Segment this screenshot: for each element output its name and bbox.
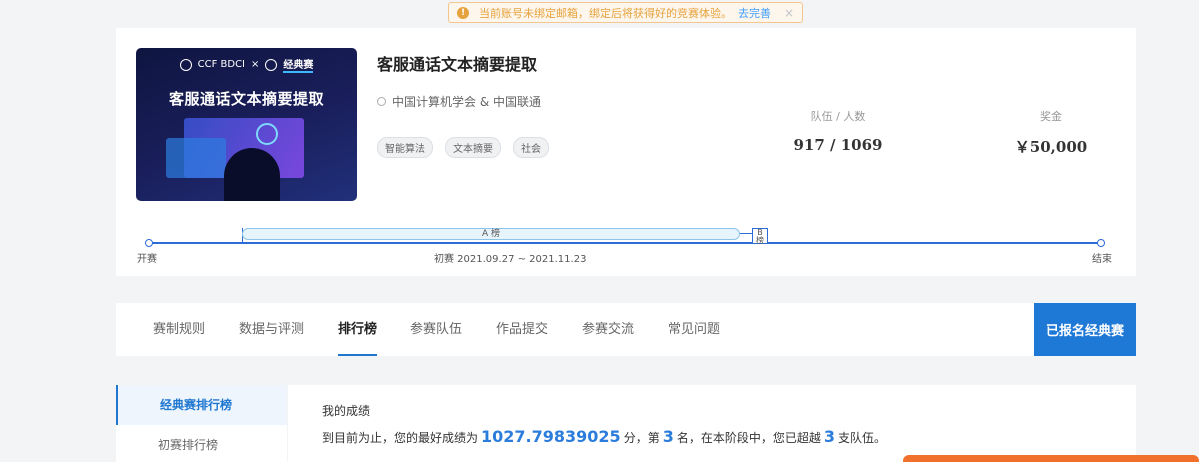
tab-submission[interactable]: 作品提交 — [496, 303, 548, 356]
leaderboard-sidebar: 经典赛排行榜 初赛排行榜 — [116, 385, 287, 462]
timeline-start-label: 开赛 — [137, 254, 157, 265]
banner-logos: CCF BDCI × 经典赛 — [136, 56, 357, 73]
floating-action-edge[interactable] — [903, 455, 1199, 462]
timeline-line — [149, 242, 1102, 244]
registered-button[interactable]: 已报名经典赛 — [1034, 303, 1136, 356]
banner-person — [224, 148, 280, 201]
tab-rules[interactable]: 赛制规则 — [153, 303, 205, 356]
tab-teams[interactable]: 参赛队伍 — [410, 303, 462, 356]
banner-glow — [256, 123, 278, 145]
best-score: 1027.79839025 — [481, 427, 621, 446]
banner-brand: CCF BDCI — [197, 59, 245, 70]
score-prefix: 到目前为止，您的最好成绩为 — [322, 431, 479, 445]
timeline-start-dot — [145, 239, 153, 247]
score-summary: 到目前为止，您的最好成绩为 1027.79839025 分，第 3 名，在本阶段… — [322, 427, 886, 446]
warning-icon: ! — [457, 6, 469, 19]
close-icon[interactable]: × — [784, 6, 794, 20]
timeline-board-a[interactable]: A 榜 — [242, 228, 740, 240]
score-suffix: 支队伍。 — [838, 431, 887, 445]
email-notice: ! 当前账号未绑定邮箱，绑定后将获得好的竞赛体验。 去完善 × — [448, 2, 803, 23]
organizer-icon — [377, 97, 386, 106]
competition-title: 客服通话文本摘要提取 — [377, 55, 538, 74]
timeline-board-b[interactable]: B 榜 — [752, 228, 768, 245]
teams-beaten: 3 — [823, 427, 835, 446]
unicom-logo-icon — [265, 58, 278, 71]
banner-illustration-panel — [166, 138, 226, 178]
sidebar-item-classic-leaderboard[interactable]: 经典赛排行榜 — [116, 385, 287, 425]
timeline-stage-label: 初赛 2021.09.27 ~ 2021.11.23 — [434, 254, 587, 265]
competition-tags: 智能算法 文本摘要 社会 — [377, 137, 549, 158]
timeline-connector — [740, 233, 752, 234]
organizer-text: 中国计算机学会 & 中国联通 — [392, 95, 541, 109]
rank-value: 3 — [662, 427, 674, 446]
prize-label: 奖金 — [1040, 110, 1062, 123]
banner-cross: × — [251, 59, 260, 70]
notice-text: 当前账号未绑定邮箱，绑定后将获得好的竞赛体验。 — [479, 6, 732, 20]
result-panel: 我的成绩 到目前为止，您的最好成绩为 1027.79839025 分，第 3 名… — [288, 385, 1136, 462]
score-mid: 名，在本阶段中，您已超越 — [676, 431, 821, 445]
teams-label: 队伍 / 人数 — [810, 110, 866, 123]
tab-faq[interactable]: 常见问题 — [668, 303, 720, 356]
banner-tag: 经典赛 — [283, 56, 314, 73]
competition-banner: CCF BDCI × 经典赛 客服通话文本摘要提取 — [136, 48, 357, 201]
tab-bar: 赛制规则 数据与评测 排行榜 参赛队伍 作品提交 参赛交流 常见问题 已报名经典… — [116, 303, 1136, 356]
competition-card: CCF BDCI × 经典赛 客服通话文本摘要提取 客服通话文本摘要提取 中国计… — [116, 28, 1136, 276]
teams-stat: 队伍 / 人数 917 / 1069 — [778, 108, 898, 154]
sidebar-item-preliminary-leaderboard[interactable]: 初赛排行榜 — [116, 425, 287, 462]
tag[interactable]: 社会 — [513, 137, 549, 158]
organizer: 中国计算机学会 & 中国联通 — [377, 93, 541, 110]
tab-discussion[interactable]: 参赛交流 — [582, 303, 634, 356]
complete-link[interactable]: 去完善 — [738, 5, 771, 21]
tag[interactable]: 智能算法 — [377, 137, 433, 158]
timeline-end-dot — [1097, 239, 1105, 247]
banner-title: 客服通话文本摘要提取 — [168, 90, 324, 108]
my-result-title: 我的成绩 — [322, 404, 371, 418]
tag[interactable]: 文本摘要 — [445, 137, 501, 158]
teams-value: 917 / 1069 — [793, 136, 883, 154]
tab-data-evaluation[interactable]: 数据与评测 — [239, 303, 304, 356]
timeline-end-label: 结束 — [1092, 254, 1112, 265]
score-unit: 分，第 — [623, 431, 660, 445]
prize-value: ￥50,000 — [1014, 138, 1088, 156]
competition-timeline: A 榜 B 榜 开赛 初赛 2021.09.27 ~ 2021.11.23 结束 — [116, 224, 1136, 276]
ccf-seal-icon — [179, 58, 192, 71]
prize-stat: 奖金 ￥50,000 — [991, 108, 1111, 157]
tab-leaderboard[interactable]: 排行榜 — [338, 303, 378, 356]
